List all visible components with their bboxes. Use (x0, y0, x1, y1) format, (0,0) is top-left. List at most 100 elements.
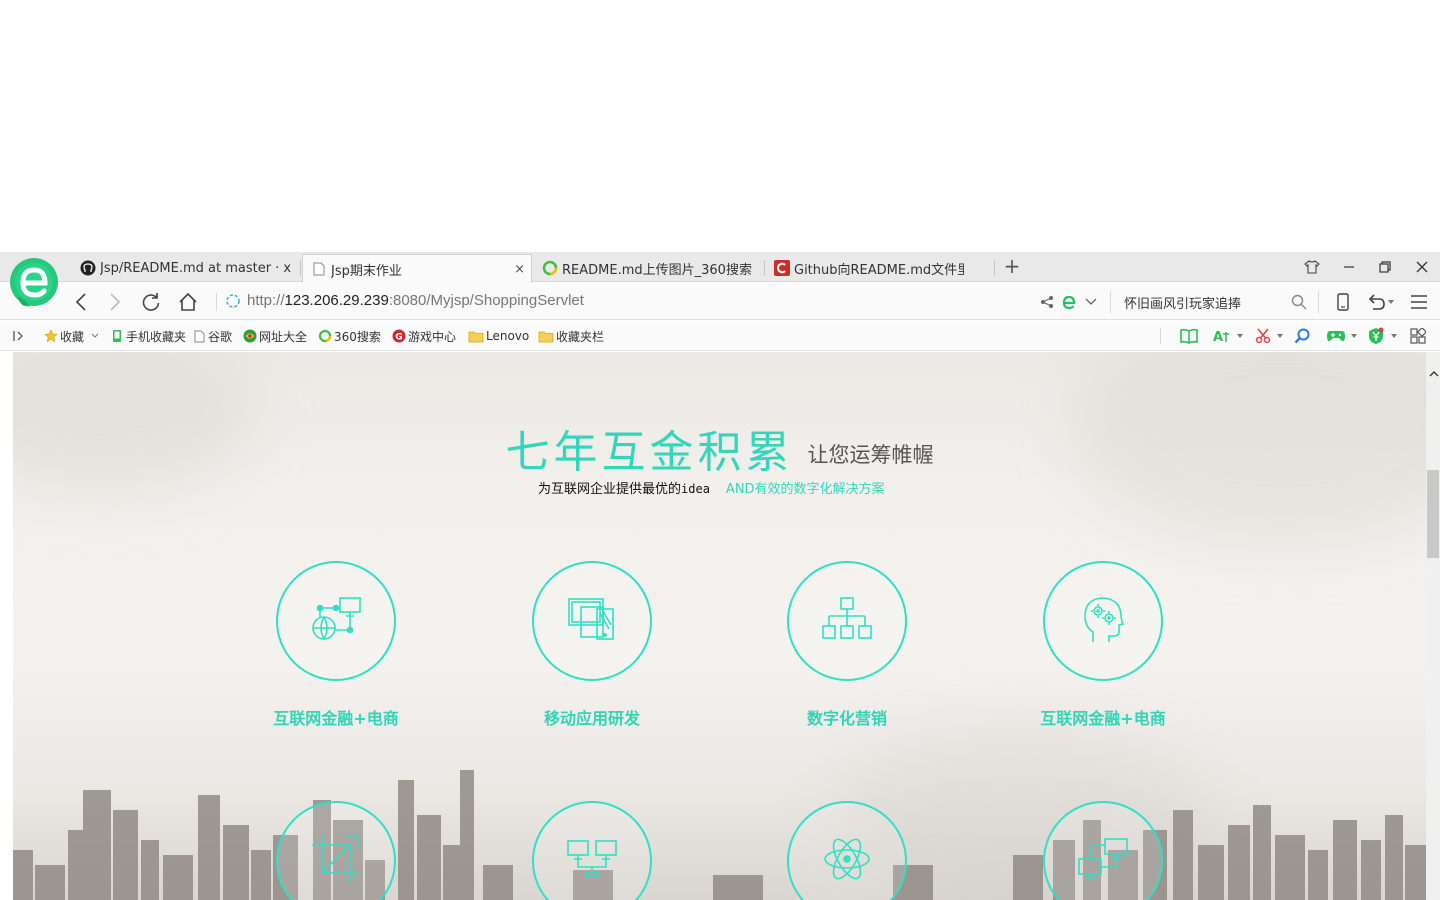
minimize-icon[interactable] (1338, 257, 1360, 277)
bookmarks-bar: 收藏 手机收藏夹 谷歌 网址大全 360搜索 G 游戏中心 Lenovo 收藏夹… (0, 321, 1440, 351)
hero-subtitle-part: 为互联网企业提供最优的 (538, 482, 682, 497)
bookmark-favorites[interactable]: 收藏 (44, 327, 104, 345)
url-path: :8080/Myjsp/ShoppingServlet (388, 292, 584, 309)
bookmark-google[interactable]: 谷歌 (192, 327, 232, 345)
tab-github-upload[interactable]: Github向README.md文件里传 (766, 254, 972, 282)
head-gears-icon (1081, 594, 1125, 648)
csdn-icon (774, 260, 790, 276)
hero-subtitle: 为互联网企业提供最优的idea AND有效的数字化解决方案 (538, 478, 885, 497)
service-ring (1043, 561, 1163, 681)
browser-window: Jsp/README.md at master · x Jsp期末作业 × RE… (0, 252, 1440, 900)
address-bar[interactable]: http://123.206.29.239:8080/Myjsp/Shoppin… (247, 292, 584, 309)
service-card[interactable]: 互联网金融+电商 (236, 561, 436, 729)
hero-tagline: 让您运筹帷幄 (807, 443, 934, 467)
atom-icon (822, 834, 872, 888)
tab-360-search[interactable]: README.md上传图片_360搜索 (534, 254, 762, 282)
service-label: 互联网金融+电商 (273, 709, 399, 728)
service-card[interactable]: 互联网金融+电商 (1003, 561, 1203, 729)
translate-icon[interactable]: A (1213, 327, 1237, 345)
bookmark-lenovo[interactable]: Lenovo (468, 327, 529, 345)
360-search-icon (318, 329, 332, 343)
share-icon[interactable] (1036, 291, 1058, 313)
menu-icon[interactable] (1408, 291, 1430, 313)
ie-compat-mode-icon[interactable] (1058, 291, 1080, 313)
chevron-down-icon[interactable] (1080, 291, 1102, 313)
page-icon (311, 261, 327, 277)
service-ring (532, 561, 652, 681)
hero-title: 七年互金积累 (505, 427, 794, 478)
folder-icon (468, 329, 484, 343)
sidebar-toggle-icon[interactable] (12, 327, 26, 345)
tab-github-readme[interactable]: Jsp/README.md at master · x (72, 254, 300, 282)
service-card[interactable] (492, 801, 692, 900)
service-card[interactable] (236, 801, 436, 900)
bookmark-label: 游戏中心 (408, 329, 457, 344)
bookmark-360-search[interactable]: 360搜索 (318, 327, 381, 345)
tab-jsp-homework[interactable]: Jsp期末作业 × (302, 254, 532, 283)
chevron-down-icon[interactable] (1237, 327, 1243, 345)
hero-heading: 七年互金积累 让您运筹帷幄 (13, 416, 1426, 480)
forward-icon[interactable] (104, 291, 126, 313)
service-ring (532, 801, 652, 900)
service-label: 数字化营销 (806, 709, 887, 728)
chevron-down-icon[interactable] (1391, 327, 1397, 345)
bookmark-label: 手机收藏夹 (126, 329, 187, 344)
chevron-down-icon[interactable] (1351, 327, 1357, 345)
scrollbar-thumb[interactable] (1427, 470, 1439, 558)
chevron-down-icon[interactable] (1277, 327, 1283, 345)
reading-mode-icon[interactable] (1180, 327, 1198, 345)
undo-close-icon[interactable] (1366, 291, 1388, 313)
service-card[interactable]: 移动应用研发 (492, 561, 692, 729)
bookmark-mobile-favorites[interactable]: 手机收藏夹 (110, 327, 186, 345)
mobile-sync-icon[interactable] (1332, 291, 1354, 313)
bookmark-url-directory[interactable]: 网址大全 (243, 327, 307, 345)
tab-label: README.md上传图片_360搜索 (562, 262, 752, 278)
service-ring (787, 561, 907, 681)
skin-shirt-icon[interactable] (1301, 257, 1323, 277)
globe-network-icon (306, 594, 366, 648)
hero-subtitle-idea: idea (681, 482, 710, 496)
service-label: 互联网金融+电商 (1040, 709, 1166, 728)
bookmark-favorites-bar[interactable]: 收藏夹栏 (538, 327, 604, 345)
web-page-content: 七年互金积累 让您运筹帷幄 为互联网企业提供最优的idea AND有效的数字化解决方… (13, 352, 1426, 900)
bookmark-game-center[interactable]: G 游戏中心 (392, 327, 456, 345)
crop-icon (310, 833, 362, 889)
360-search-icon (542, 260, 558, 276)
bookmark-label: 网址大全 (259, 329, 308, 344)
search-box[interactable] (1112, 289, 1312, 315)
close-tab-icon[interactable]: × (514, 262, 525, 277)
service-card[interactable] (1003, 801, 1203, 900)
screenshot-scissors-icon[interactable] (1255, 327, 1271, 345)
back-icon[interactable] (70, 291, 92, 313)
shield-money-icon[interactable] (1367, 327, 1385, 345)
page-icon (192, 329, 206, 343)
apps-grid-icon[interactable] (1410, 327, 1426, 345)
search-input[interactable] (1112, 289, 1312, 315)
phone-icon (110, 329, 124, 343)
site-info-icon[interactable] (224, 292, 242, 310)
scroll-up-icon[interactable] (1429, 366, 1439, 381)
home-icon[interactable] (177, 291, 199, 313)
refresh-icon[interactable] (140, 291, 162, 313)
globe-icon (243, 329, 257, 343)
close-window-icon[interactable] (1411, 257, 1433, 277)
separator (216, 293, 217, 311)
devices-icon (567, 597, 617, 645)
game-controller-icon[interactable] (1326, 327, 1346, 345)
search-icon[interactable] (1288, 291, 1310, 313)
svg-text:G: G (395, 333, 402, 343)
separator (1110, 291, 1111, 313)
service-card[interactable]: 数字化营销 (747, 561, 947, 729)
chevron-down-icon[interactable] (1386, 291, 1396, 313)
city-skyline-image (13, 770, 1426, 900)
tab-label: Jsp/README.md at master · x (100, 260, 292, 276)
new-tab-button[interactable]: + (1001, 255, 1023, 279)
page-scrollbar[interactable] (1426, 352, 1440, 900)
restore-icon[interactable] (1374, 257, 1396, 277)
service-card[interactable] (747, 801, 947, 900)
hierarchy-icon (821, 596, 873, 646)
360-browser-logo-icon[interactable] (8, 256, 62, 310)
chevron-down-icon (88, 329, 102, 343)
service-ring (276, 561, 396, 681)
magnifier-icon[interactable] (1294, 327, 1310, 345)
